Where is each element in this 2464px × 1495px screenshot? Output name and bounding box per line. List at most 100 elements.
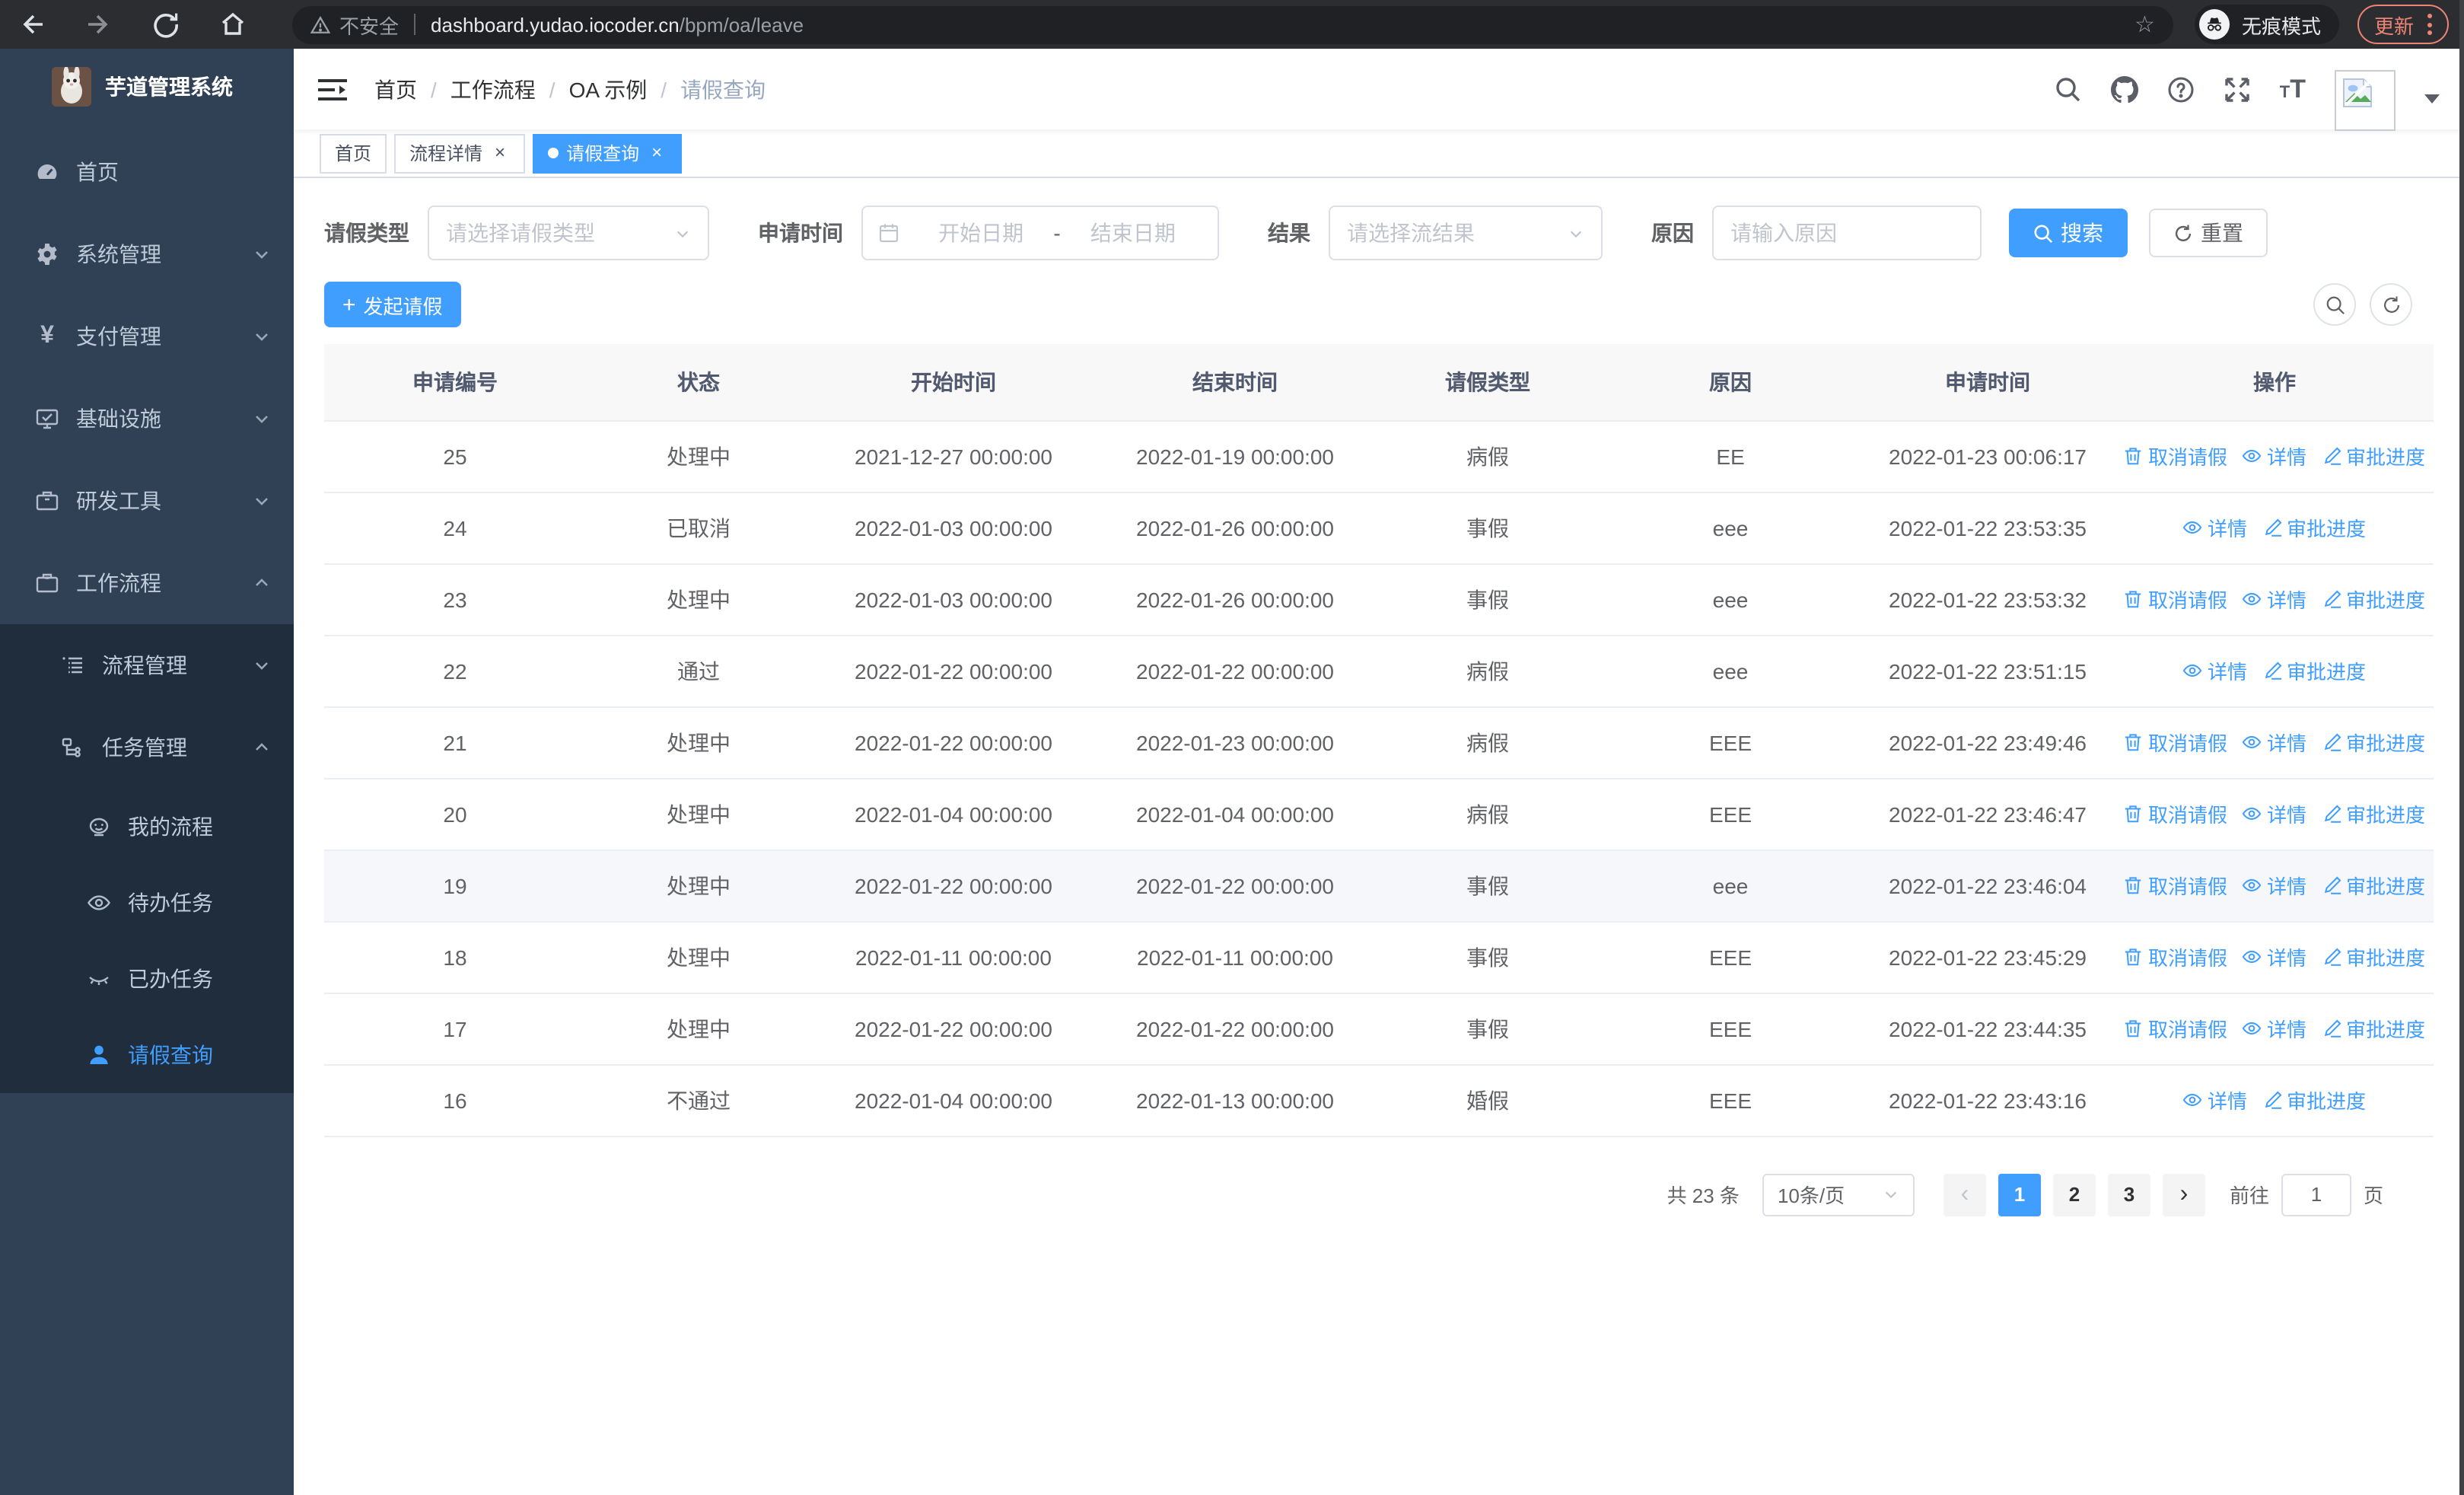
close-icon[interactable]: × <box>647 142 667 163</box>
detail-action-link[interactable]: 详情 <box>2243 585 2306 614</box>
detail-action-link[interactable]: 详情 <box>2183 1085 2247 1114</box>
user-icon <box>87 1043 111 1067</box>
cancel-leave-action-link[interactable]: 取消请假 <box>2124 799 2227 828</box>
browser-update-button[interactable]: 更新 <box>2357 5 2449 44</box>
create-leave-button[interactable]: + 发起请假 <box>324 282 461 327</box>
browser-home-icon[interactable] <box>219 11 247 38</box>
page-size-select[interactable]: 10条/页 <box>1762 1173 1915 1216</box>
security-warning-label[interactable]: 不安全 <box>339 10 399 39</box>
table-row[interactable]: 17 处理中 2022-01-22 00:00:00 2022-01-22 00:00… <box>324 993 2434 1065</box>
sidebar-item-home[interactable]: 首页 <box>0 131 294 213</box>
app-logo-row[interactable]: 芋道管理系统 <box>0 49 294 125</box>
font-size-icon[interactable]: TT <box>2280 76 2306 102</box>
table-row[interactable]: 22 通过 2022-01-22 00:00:00 2022-01-22 00:00:… <box>324 635 2434 707</box>
cell-apply_time: 2022-01-22 23:46:04 <box>1860 850 2115 922</box>
sidebar-collapse-icon[interactable] <box>318 77 347 101</box>
page-button-1[interactable]: 1 <box>1998 1173 2041 1216</box>
prev-page-button[interactable]: ‹ <box>1943 1173 1986 1216</box>
cancel-leave-action-link[interactable]: 取消请假 <box>2124 942 2227 971</box>
url-bar[interactable]: 不安全 dashboard.yudao.iocoder.cn/bpm/oa/le… <box>292 5 2173 43</box>
close-icon[interactable]: × <box>490 142 510 163</box>
detail-action-link[interactable]: 详情 <box>2243 1014 2306 1043</box>
detail-action-link[interactable]: 详情 <box>2183 513 2247 542</box>
cell-start: 2022-01-11 00:00:00 <box>811 921 1096 993</box>
cancel-leave-action-link[interactable]: 取消请假 <box>2124 585 2227 614</box>
goto-page-input[interactable]: 1 <box>2281 1173 2351 1216</box>
github-icon[interactable] <box>2110 75 2138 103</box>
table-row[interactable]: 25 处理中 2021-12-27 00:00:00 2022-01-19 00:00… <box>324 420 2434 492</box>
table-row[interactable]: 20 处理中 2022-01-04 00:00:00 2022-01-04 00:00… <box>324 778 2434 850</box>
tab-leave-query[interactable]: 请假查询 × <box>533 133 683 173</box>
detail-action-link[interactable]: 详情 <box>2243 799 2306 828</box>
approval-progress-action-link[interactable]: 审批进度 <box>2322 728 2425 757</box>
bookmark-star-icon[interactable]: ☆ <box>2135 11 2155 38</box>
browser-back-icon[interactable] <box>18 11 46 38</box>
approval-progress-action-link[interactable]: 审批进度 <box>2262 656 2366 685</box>
tab-process-detail[interactable]: 流程详情 × <box>394 133 526 173</box>
search-icon[interactable] <box>2055 75 2082 103</box>
breadcrumb-oa[interactable]: OA 示例 <box>569 74 648 104</box>
avatar-dropdown-caret[interactable] <box>2424 94 2440 103</box>
table-row[interactable]: 19 处理中 2022-01-22 00:00:00 2022-01-22 00:00… <box>324 850 2434 922</box>
sidebar-item-todo-tasks[interactable]: 待办任务 <box>0 865 294 941</box>
approval-progress-action-link[interactable]: 审批进度 <box>2322 871 2425 900</box>
help-icon[interactable] <box>2167 75 2195 103</box>
reason-input[interactable]: 请输入原因 <box>1712 206 1982 260</box>
table-row[interactable]: 23 处理中 2022-01-03 00:00:00 2022-01-26 00:00… <box>324 563 2434 636</box>
search-button[interactable]: 搜索 <box>2009 209 2128 257</box>
approval-progress-action-link[interactable]: 审批进度 <box>2262 513 2366 542</box>
approval-progress-action-link[interactable]: 审批进度 <box>2322 942 2425 971</box>
sidebar-item-infra[interactable]: 基础设施 <box>0 378 294 460</box>
cancel-leave-action-link[interactable]: 取消请假 <box>2124 728 2227 757</box>
cancel-leave-action-link[interactable]: 取消请假 <box>2124 441 2227 470</box>
page-button-2[interactable]: 2 <box>2052 1173 2096 1216</box>
sidebar-item-task-mgmt[interactable]: 任务管理 <box>0 706 294 789</box>
next-page-button[interactable]: › <box>2162 1173 2205 1216</box>
approval-progress-action-link[interactable]: 审批进度 <box>2322 1014 2425 1043</box>
sidebar-item-done-tasks[interactable]: 已办任务 <box>0 941 294 1017</box>
cell-id: 19 <box>324 850 586 922</box>
refresh-table-button[interactable] <box>2370 283 2412 326</box>
approval-progress-action-link[interactable]: 审批进度 <box>2322 585 2425 614</box>
cancel-leave-action-link[interactable]: 取消请假 <box>2124 1014 2227 1043</box>
sidebar-item-leave-query[interactable]: 请假查询 <box>0 1017 294 1093</box>
sidebar-item-my-process[interactable]: 我的流程 <box>0 789 294 865</box>
approval-progress-action-link[interactable]: 审批进度 <box>2322 799 2425 828</box>
detail-action-link[interactable]: 详情 <box>2243 942 2306 971</box>
browser-forward-icon[interactable] <box>85 11 113 38</box>
table-row[interactable]: 18 处理中 2022-01-11 00:00:00 2022-01-11 00:00… <box>324 921 2434 993</box>
approval-progress-action-link[interactable]: 审批进度 <box>2262 1085 2366 1114</box>
detail-action-link[interactable]: 详情 <box>2243 728 2306 757</box>
toggle-search-button[interactable] <box>2313 283 2356 326</box>
sidebar-item-devtools[interactable]: 研发工具 <box>0 460 294 542</box>
sidebar-item-process-mgmt[interactable]: 流程管理 <box>0 624 294 706</box>
table-row[interactable]: 21 处理中 2022-01-22 00:00:00 2022-01-23 00:00… <box>324 706 2434 779</box>
approval-progress-action-link[interactable]: 审批进度 <box>2322 441 2425 470</box>
breadcrumb-workflow[interactable]: 工作流程 <box>450 74 536 104</box>
breadcrumb-home[interactable]: 首页 <box>374 74 417 104</box>
result-select[interactable]: 请选择流结果 <box>1329 206 1603 260</box>
reset-button[interactable]: 重置 <box>2149 209 2268 257</box>
table-row[interactable]: 16 不通过 2022-01-04 00:00:00 2022-01-13 00:00… <box>324 1064 2434 1136</box>
sidebar-item-label: 待办任务 <box>128 891 213 915</box>
leave-type-select[interactable]: 请选择请假类型 <box>428 206 709 260</box>
sidebar-item-system[interactable]: 系统管理 <box>0 213 294 295</box>
browser-menu-icon[interactable] <box>2427 14 2432 35</box>
tab-home[interactable]: 首页 <box>320 133 387 173</box>
detail-action-link[interactable]: 详情 <box>2243 441 2306 470</box>
apply-time-range-picker[interactable]: 开始日期 - 结束日期 <box>861 206 1219 260</box>
table-row[interactable]: 24 已取消 2022-01-03 00:00:00 2022-01-26 00:00… <box>324 492 2434 564</box>
detail-action-link[interactable]: 详情 <box>2183 656 2247 685</box>
dashboard-icon <box>35 160 59 184</box>
sidebar-item-workflow[interactable]: 工作流程 <box>0 542 294 624</box>
update-label[interactable]: 更新 <box>2374 10 2414 39</box>
page-button-3[interactable]: 3 <box>2107 1173 2150 1216</box>
browser-reload-icon[interactable] <box>152 11 180 38</box>
detail-action-link[interactable]: 详情 <box>2243 871 2306 900</box>
fullscreen-icon[interactable] <box>2224 75 2251 103</box>
avatar[interactable] <box>2335 69 2396 130</box>
cell-end: 2022-01-26 00:00:00 <box>1096 563 1374 636</box>
cancel-leave-action-link[interactable]: 取消请假 <box>2124 871 2227 900</box>
sidebar-item-payment[interactable]: ¥ 支付管理 <box>0 295 294 378</box>
cell-end: 2022-01-13 00:00:00 <box>1096 1064 1374 1136</box>
